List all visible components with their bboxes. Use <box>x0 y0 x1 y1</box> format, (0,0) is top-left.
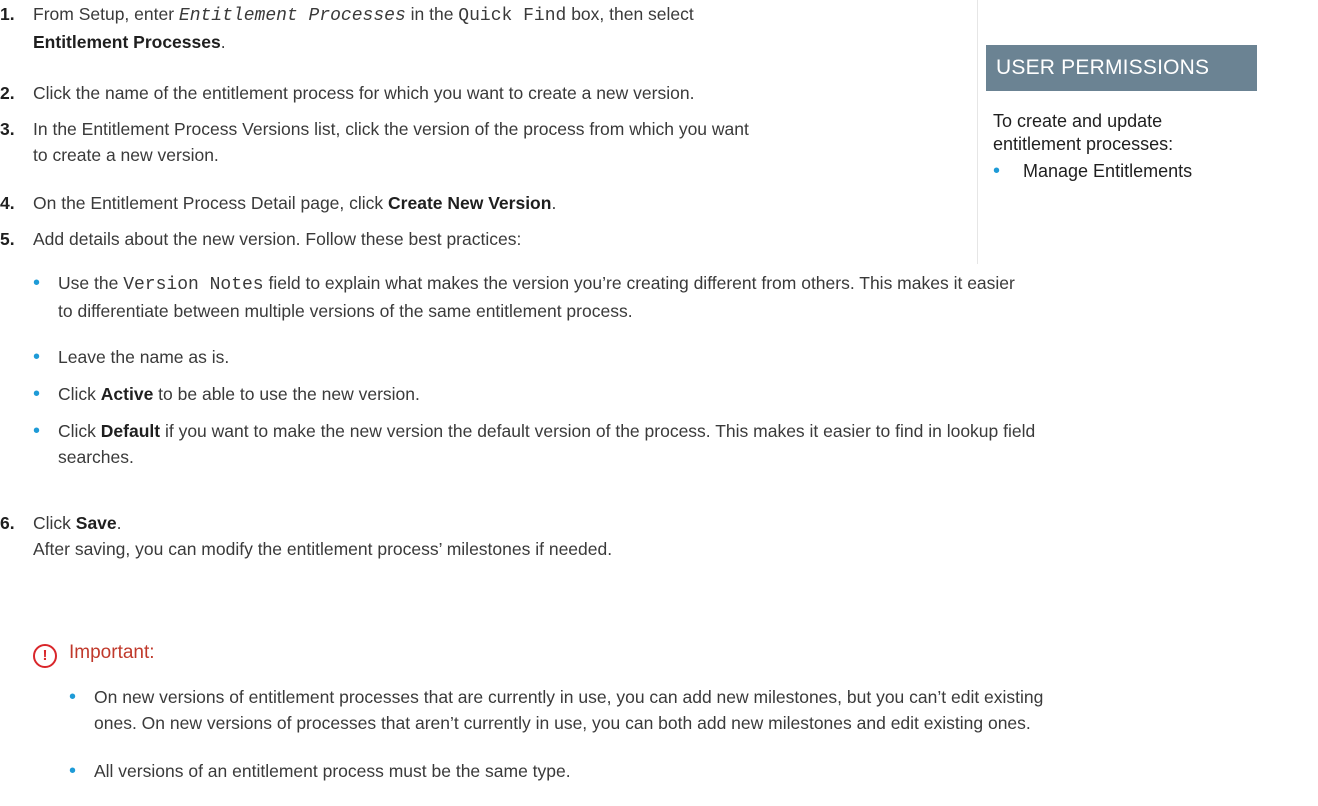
quick-find-term: Entitlement Processes <box>178 6 406 26</box>
default-label: Default <box>100 421 161 441</box>
step-1: 1. From Setup, enter Entitlement Process… <box>0 1 960 55</box>
important-item: • All versions of an entitlement process… <box>69 760 571 782</box>
step-5: 5. Add details about the new version. Fo… <box>0 226 960 252</box>
step-2: 2. Click the name of the entitlement pro… <box>0 80 960 106</box>
bullet-icon: • <box>69 686 77 708</box>
practice-item: • Leave the name as is. <box>33 346 230 368</box>
step-3: 3. In the Entitlement Process Versions l… <box>0 116 960 168</box>
step-number: 6. <box>0 513 15 533</box>
entitlement-processes-link: Entitlement Processes <box>33 32 221 52</box>
important-icon: ! <box>33 644 57 668</box>
permission-item: • Manage Entitlements <box>993 160 1193 182</box>
bullet-icon: • <box>33 420 41 442</box>
step-number: 4. <box>0 193 15 213</box>
bullet-icon: • <box>993 160 1001 182</box>
step-note: After saving, you can modify the entitle… <box>33 539 613 559</box>
save-label: Save <box>75 513 117 533</box>
quick-find-box-label: Quick Find <box>458 6 567 26</box>
step-4: 4. On the Entitlement Process Detail pag… <box>0 190 960 216</box>
user-permissions-sidebar: USER PERMISSIONS To create and update en… <box>977 0 1298 264</box>
step-number: 2. <box>0 83 15 103</box>
important-item: • On new versions of entitlement process… <box>69 686 1044 733</box>
step-number: 1. <box>0 4 15 24</box>
step-number: 3. <box>0 119 15 139</box>
practice-item: • Click Active to be able to use the new… <box>33 383 420 405</box>
practice-item: • Click Default if you want to make the … <box>33 420 1036 467</box>
create-new-version-label: Create New Version <box>388 193 552 213</box>
important-heading: Important: <box>69 642 155 663</box>
version-notes-field-label: Version Notes <box>123 275 264 295</box>
active-label: Active <box>100 384 154 404</box>
bullet-icon: • <box>33 383 41 405</box>
step-number: 5. <box>0 229 15 249</box>
bullet-icon: • <box>33 272 41 294</box>
practice-item: • Use the Version Notes field to explain… <box>33 272 1015 321</box>
bullet-icon: • <box>33 346 41 368</box>
user-permissions-heading: USER PERMISSIONS <box>986 45 1257 91</box>
bullet-icon: • <box>69 760 77 782</box>
permission-description: To create and update entitlement process… <box>993 111 1174 154</box>
step-6: 6. Click Save. After saving, you can modi… <box>0 510 960 562</box>
